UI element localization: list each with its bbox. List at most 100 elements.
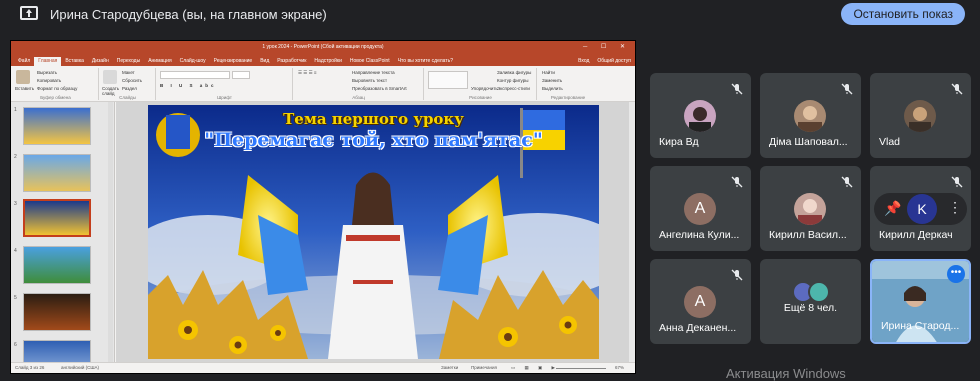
more-participants-tile[interactable]: Ещё 8 чел. — [760, 259, 861, 344]
find-button[interactable]: Найти — [542, 70, 555, 75]
tab-insert[interactable]: Вставка — [61, 57, 88, 66]
current-slide[interactable]: Тема першого уроку "Перемагає той, хто п… — [148, 105, 599, 359]
more-options-icon[interactable]: ••• — [947, 265, 965, 283]
participant-name: Ангелина Кули... — [659, 229, 740, 241]
tab-view[interactable]: Вид — [256, 57, 273, 66]
more-options-icon[interactable]: ⋮ — [948, 199, 962, 216]
thumbnails-scrollbar[interactable] — [108, 102, 113, 362]
zoom-level[interactable]: 67% — [615, 363, 624, 373]
tell-me-search[interactable]: Что вы хотите сделать? — [394, 57, 457, 66]
font-label: Шрифт — [217, 95, 232, 100]
avatar — [904, 100, 936, 132]
avatar — [684, 100, 716, 132]
avatar — [794, 100, 826, 132]
ppt-titlebar: 1 урок 2024 - PowerPoint (Сбой активации… — [11, 41, 635, 54]
tab-file[interactable]: Файл — [14, 57, 34, 66]
participant-tile[interactable]: 📌 K ⋮ Кирилл Деркач — [870, 166, 971, 251]
shape-outline-button[interactable]: Контур фигуры — [497, 78, 528, 83]
participant-tile[interactable]: A Анна Деканен... — [650, 259, 751, 344]
align-text-button[interactable]: Выровнять текст — [352, 78, 387, 83]
font-size-select[interactable] — [232, 71, 250, 79]
slide-thumbnail[interactable] — [23, 107, 91, 145]
avatar-letter: K — [917, 201, 927, 217]
font-group: B I U S abc Шрифт — [157, 68, 293, 100]
clipboard-group: Вставить Вырезать Копировать Формат по о… — [13, 68, 99, 100]
notes-button[interactable]: Заметки — [441, 363, 458, 373]
tab-home[interactable]: Главная — [34, 57, 62, 66]
avatar-letter: A — [694, 200, 706, 217]
avatar — [808, 281, 830, 303]
editing-group: Найти Заменить Выделить Редактирование — [538, 68, 598, 100]
slide-number: 1 — [14, 107, 17, 113]
participant-tile[interactable]: Vlad — [870, 73, 971, 158]
format-painter-button[interactable]: Формат по образцу — [37, 86, 77, 91]
participant-tile[interactable]: Кира Вд — [650, 73, 751, 158]
stop-presenting-button[interactable]: Остановить показ — [841, 3, 965, 25]
tab-review[interactable]: Рецензирование — [210, 57, 257, 66]
font-format-icons[interactable]: B I U S abc — [160, 83, 217, 88]
section-button[interactable]: Раздел — [122, 86, 137, 91]
zoom-slider[interactable] — [556, 368, 606, 369]
paste-button[interactable]: Вставить — [15, 86, 34, 91]
slide-thumbnail[interactable] — [23, 293, 91, 331]
participant-tile[interactable]: Кирилл Васил... — [760, 166, 861, 251]
smartart-button[interactable]: Преобразовать в SmartArt — [352, 86, 407, 91]
paste-icon[interactable] — [16, 70, 30, 84]
select-button[interactable]: Выделить — [542, 86, 563, 91]
presenter-title: Ирина Стародубцева (вы, на главном экран… — [50, 7, 327, 22]
more-participants-label: Ещё 8 чел. — [783, 302, 838, 314]
tab-slideshow[interactable]: Слайд-шоу — [176, 57, 210, 66]
view-buttons-icon[interactable]: ▭ ▦ ▣ ▶ — [511, 363, 559, 373]
tab-design[interactable]: Дизайн — [88, 57, 113, 66]
mic-off-icon — [951, 176, 963, 188]
slides-group: Создать слайд Макет Сбросить Раздел Слай… — [100, 68, 156, 100]
mic-off-icon — [841, 176, 853, 188]
slide-thumbnail-selected[interactable] — [23, 199, 91, 237]
font-name-select[interactable] — [160, 71, 230, 79]
list-icons[interactable]: ☰ ☰ ☰ ≡ — [298, 70, 316, 76]
shapes-gallery[interactable] — [428, 71, 468, 89]
shared-screen: 1 урок 2024 - PowerPoint (Сбой активации… — [10, 40, 636, 374]
tab-classpoint[interactable]: Новое ClassPoint — [346, 57, 394, 66]
self-tile[interactable]: ••• Ирина Старод... — [870, 259, 971, 344]
mic-off-icon — [731, 83, 743, 95]
replace-button[interactable]: Заменить — [542, 78, 562, 83]
editing-label: Редактирование — [550, 95, 586, 100]
participant-tile[interactable]: Діма Шаповал... — [760, 73, 861, 158]
present-screen-icon — [20, 6, 38, 20]
text-direction-button[interactable]: Направление текста — [352, 70, 395, 75]
arrange-button[interactable]: Упорядочить — [471, 86, 498, 91]
drawing-label: Рисование — [469, 95, 492, 100]
quick-styles-button[interactable]: Экспресс-стили — [497, 86, 530, 91]
language-indicator[interactable]: английский (США) — [61, 363, 99, 373]
slide-thumbnail[interactable] — [23, 246, 91, 284]
avatar: K — [907, 194, 937, 224]
tab-transitions[interactable]: Переходы — [113, 57, 144, 66]
window-controls-icon[interactable]: ─ ☐ ✕ — [583, 41, 631, 54]
windows-activation-watermark: Активация Windows — [726, 366, 846, 381]
mic-off-icon — [731, 176, 743, 188]
tab-animations[interactable]: Анимация — [144, 57, 175, 66]
shape-fill-button[interactable]: Заливка фигуры — [497, 70, 531, 75]
share-button[interactable]: Общий доступ — [593, 57, 635, 66]
sign-in-link[interactable]: Вход — [574, 57, 593, 66]
slide-thumbnail[interactable] — [23, 154, 91, 192]
slide-number: 5 — [14, 295, 17, 301]
paragraph-label: Абзац — [352, 95, 365, 100]
comments-button[interactable]: Примечания — [471, 363, 497, 373]
drawing-group: Упорядочить Экспресс-стили Заливка фигур… — [425, 68, 537, 100]
pin-icon[interactable]: 📌 — [884, 200, 901, 217]
slide-subtitle: "Перемагає той, хто пам'ятає" — [204, 129, 543, 151]
participant-tile[interactable]: A Ангелина Кули... — [650, 166, 751, 251]
avatar: A — [684, 193, 716, 225]
tab-addins[interactable]: Надстройки — [310, 57, 345, 66]
slide-scrollbar[interactable] — [629, 102, 635, 364]
copy-button[interactable]: Копировать — [37, 78, 61, 83]
reset-button[interactable]: Сбросить — [122, 78, 142, 83]
tab-developer[interactable]: Разработчик — [273, 57, 310, 66]
slide-canvas: Тема першого уроку "Перемагає той, хто п… — [116, 102, 632, 364]
new-slide-icon[interactable] — [103, 70, 117, 84]
clipboard-label: Буфер обмена — [40, 95, 71, 100]
layout-button[interactable]: Макет — [122, 70, 135, 75]
cut-button[interactable]: Вырезать — [37, 70, 57, 75]
